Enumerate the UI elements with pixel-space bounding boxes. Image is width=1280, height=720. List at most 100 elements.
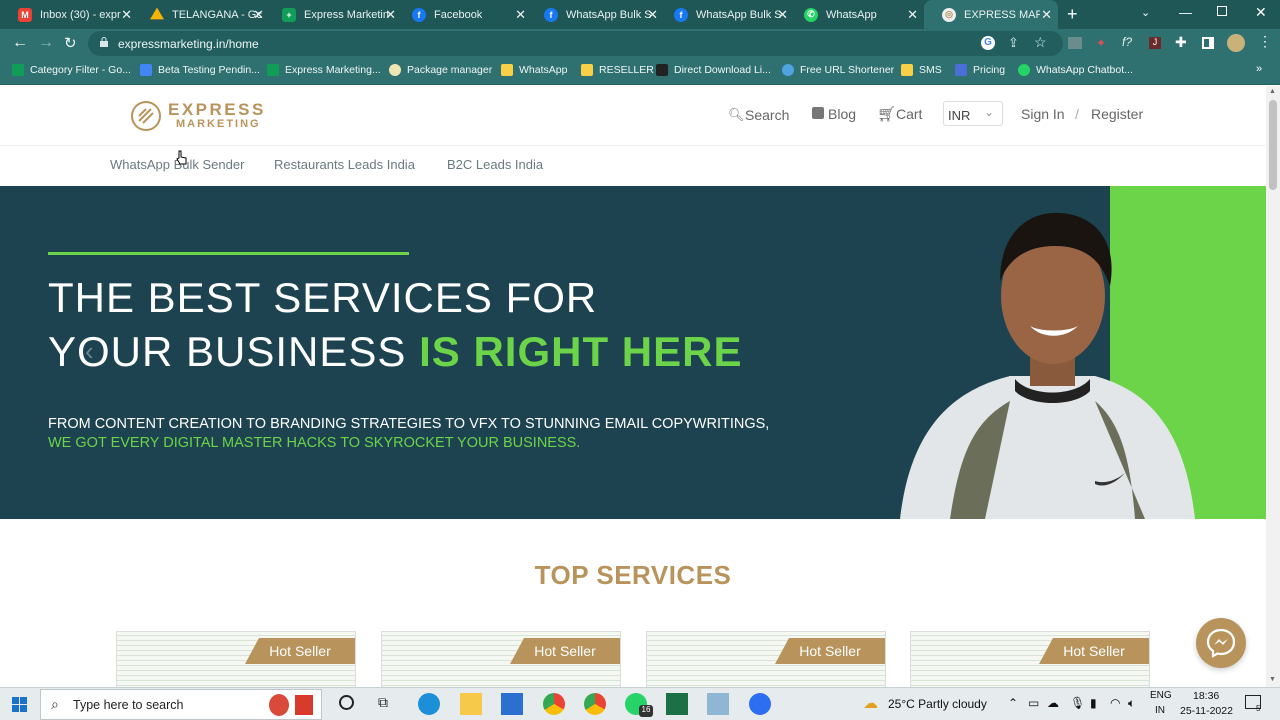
nav-cart[interactable]: Cart bbox=[896, 106, 922, 122]
page-scrollbar[interactable]: ▲ ▼ bbox=[1266, 86, 1280, 687]
browser-tab-active[interactable]: ◎ EXPRESS MARKET ✕ bbox=[924, 0, 1058, 29]
tab-title: TELANGANA - Gc bbox=[172, 8, 262, 21]
extension-icon[interactable]: ✦ bbox=[1096, 36, 1106, 50]
task-view-icon[interactable]: ⧉ bbox=[378, 694, 388, 711]
tab-search-chevron-icon[interactable]: ⌄ bbox=[1141, 6, 1150, 19]
cloud-icon[interactable]: ☁ bbox=[1047, 696, 1059, 710]
windows-start-icon[interactable] bbox=[12, 697, 27, 712]
search-icon[interactable]: 🔍︎ bbox=[728, 107, 745, 123]
weather-icon[interactable]: ☁ bbox=[863, 694, 878, 712]
new-tab-icon[interactable]: + bbox=[1067, 4, 1078, 25]
slider-prev-arrow-icon[interactable]: ‹ bbox=[85, 336, 94, 367]
bookmark-item[interactable]: Free URL Shortener bbox=[782, 64, 894, 76]
scroll-down-icon[interactable]: ▼ bbox=[1269, 676, 1276, 683]
bookmark-item[interactable]: SMS bbox=[901, 64, 942, 76]
language-indicator[interactable]: ENG bbox=[1150, 690, 1172, 701]
close-icon[interactable]: ✕ bbox=[253, 7, 264, 23]
close-icon[interactable]: ✕ bbox=[515, 7, 526, 23]
browser-tab[interactable]: M Inbox (30) - expr ✕ bbox=[0, 0, 138, 29]
google-icon[interactable]: G bbox=[981, 36, 995, 50]
zoom-icon[interactable] bbox=[749, 693, 771, 715]
menu-restaurants-leads[interactable]: Restaurants Leads India bbox=[274, 157, 415, 172]
browser-tab[interactable]: f WhatsApp Bulk S ✕ bbox=[656, 0, 794, 29]
side-panel-icon[interactable] bbox=[1202, 37, 1214, 49]
messenger-chat-button[interactable] bbox=[1196, 618, 1246, 668]
service-card[interactable]: Hot Seller bbox=[646, 631, 886, 687]
bookmark-star-icon[interactable]: ☆ bbox=[1034, 34, 1047, 51]
browser-tab[interactable]: ✆ WhatsApp ✕ bbox=[786, 0, 924, 29]
kebab-menu-icon[interactable]: ⋮ bbox=[1258, 33, 1272, 50]
close-icon[interactable]: ✕ bbox=[121, 7, 132, 23]
sign-in-link[interactable]: Sign In bbox=[1021, 106, 1065, 122]
bookmark-item[interactable]: Express Marketing... bbox=[267, 64, 381, 76]
chevron-down-icon: ⌄ bbox=[984, 105, 995, 119]
close-icon[interactable]: ✕ bbox=[907, 7, 918, 23]
service-card[interactable]: Hot Seller bbox=[116, 631, 356, 687]
more-bookmarks-icon[interactable]: » bbox=[1256, 63, 1262, 75]
minimize-icon[interactable]: — bbox=[1179, 5, 1192, 20]
region-indicator[interactable]: IN bbox=[1155, 705, 1165, 716]
excel-icon[interactable] bbox=[666, 693, 688, 715]
back-arrow-icon[interactable]: ← bbox=[12, 34, 28, 52]
scroll-up-icon[interactable]: ▲ bbox=[1269, 88, 1276, 95]
extension-icon[interactable]: f? bbox=[1122, 35, 1132, 49]
bookmark-item[interactable]: Beta Testing Pendin... bbox=[140, 64, 260, 76]
browser-tab[interactable]: f WhatsApp Bulk S ✕ bbox=[526, 0, 664, 29]
web-page: EXPRESS MARKETING 🔍︎ Search Blog 🛒︎ Cart… bbox=[0, 86, 1266, 687]
file-explorer-icon[interactable] bbox=[460, 693, 482, 715]
extension-icon[interactable]: J bbox=[1149, 37, 1161, 49]
puzzle-extensions-icon[interactable]: ✚ bbox=[1175, 34, 1187, 51]
chevron-up-icon[interactable]: ⌃ bbox=[1008, 696, 1018, 710]
download-site-icon bbox=[656, 64, 668, 76]
tray-icon[interactable]: ▭ bbox=[1028, 696, 1039, 710]
restore-icon[interactable] bbox=[1217, 6, 1227, 16]
profile-avatar[interactable] bbox=[1227, 34, 1245, 52]
volume-icon[interactable]: 🔈︎ bbox=[1128, 696, 1135, 711]
google-sheets-icon: + bbox=[282, 7, 296, 22]
address-bar[interactable]: expressmarketing.in/home G ⇪ ☆ bbox=[88, 31, 1063, 56]
nav-search[interactable]: Search bbox=[745, 107, 789, 123]
wifi-icon[interactable]: ◠ bbox=[1110, 696, 1120, 710]
taskbar-search-box[interactable]: ⌕ Type here to search bbox=[40, 689, 322, 720]
mail-icon[interactable] bbox=[501, 693, 523, 715]
edge-icon[interactable] bbox=[418, 693, 440, 715]
currency-select[interactable]: INR ⌄ bbox=[943, 101, 1003, 126]
weather-text[interactable]: 25°C Partly cloudy bbox=[888, 697, 987, 711]
cortana-icon[interactable] bbox=[339, 695, 354, 710]
chrome-icon[interactable] bbox=[543, 693, 565, 715]
bookmark-item[interactable]: WhatsApp bbox=[501, 64, 567, 76]
hero-heading-line2: YOUR BUSINESS IS RIGHT HERE bbox=[48, 328, 743, 375]
chrome-icon[interactable] bbox=[584, 693, 606, 715]
nav-separator: / bbox=[1075, 106, 1079, 122]
battery-icon[interactable]: ▮ bbox=[1090, 696, 1097, 710]
browser-tab[interactable]: f Facebook ✕ bbox=[394, 0, 532, 29]
extension-icon[interactable] bbox=[1068, 37, 1082, 49]
google-drive-icon bbox=[150, 7, 164, 20]
forward-arrow-icon[interactable]: → bbox=[38, 34, 54, 52]
cart-icon[interactable]: 🛒︎ bbox=[877, 105, 896, 123]
browser-tab[interactable]: TELANGANA - Gc ✕ bbox=[132, 0, 270, 29]
site-favicon-icon: ◎ bbox=[942, 7, 956, 22]
bookmark-item[interactable]: Category Filter - Go... bbox=[12, 64, 131, 76]
bookmark-item[interactable]: Direct Download Li... bbox=[656, 64, 771, 76]
share-icon[interactable]: ⇪ bbox=[1008, 35, 1019, 51]
microphone-icon[interactable]: 🎙︎ bbox=[1070, 696, 1085, 710]
browser-tab[interactable]: + Express Marketin ✕ bbox=[264, 0, 402, 29]
service-card[interactable]: Hot Seller bbox=[910, 631, 1150, 687]
bookmark-item[interactable]: Pricing bbox=[955, 64, 1005, 76]
nav-blog[interactable]: Blog bbox=[828, 106, 856, 122]
service-card[interactable]: Hot Seller bbox=[381, 631, 621, 687]
clock-date[interactable]: 25-11-2022 bbox=[1180, 705, 1233, 717]
clock-time[interactable]: 18:36 bbox=[1193, 690, 1219, 702]
close-icon[interactable]: ✕ bbox=[1041, 7, 1052, 23]
menu-b2c-leads[interactable]: B2C Leads India bbox=[447, 157, 543, 172]
blog-icon[interactable] bbox=[812, 107, 824, 119]
scrollbar-thumb[interactable] bbox=[1269, 100, 1277, 190]
app-icon[interactable] bbox=[707, 693, 729, 715]
bookmark-item[interactable]: RESELLER bbox=[581, 64, 654, 76]
reload-icon[interactable]: ↻ bbox=[64, 34, 77, 52]
bookmark-item[interactable]: Package manager bbox=[389, 64, 492, 76]
bookmark-item[interactable]: WhatsApp Chatbot... bbox=[1018, 64, 1133, 76]
register-link[interactable]: Register bbox=[1091, 106, 1143, 122]
window-close-icon[interactable]: ✕ bbox=[1255, 4, 1267, 21]
